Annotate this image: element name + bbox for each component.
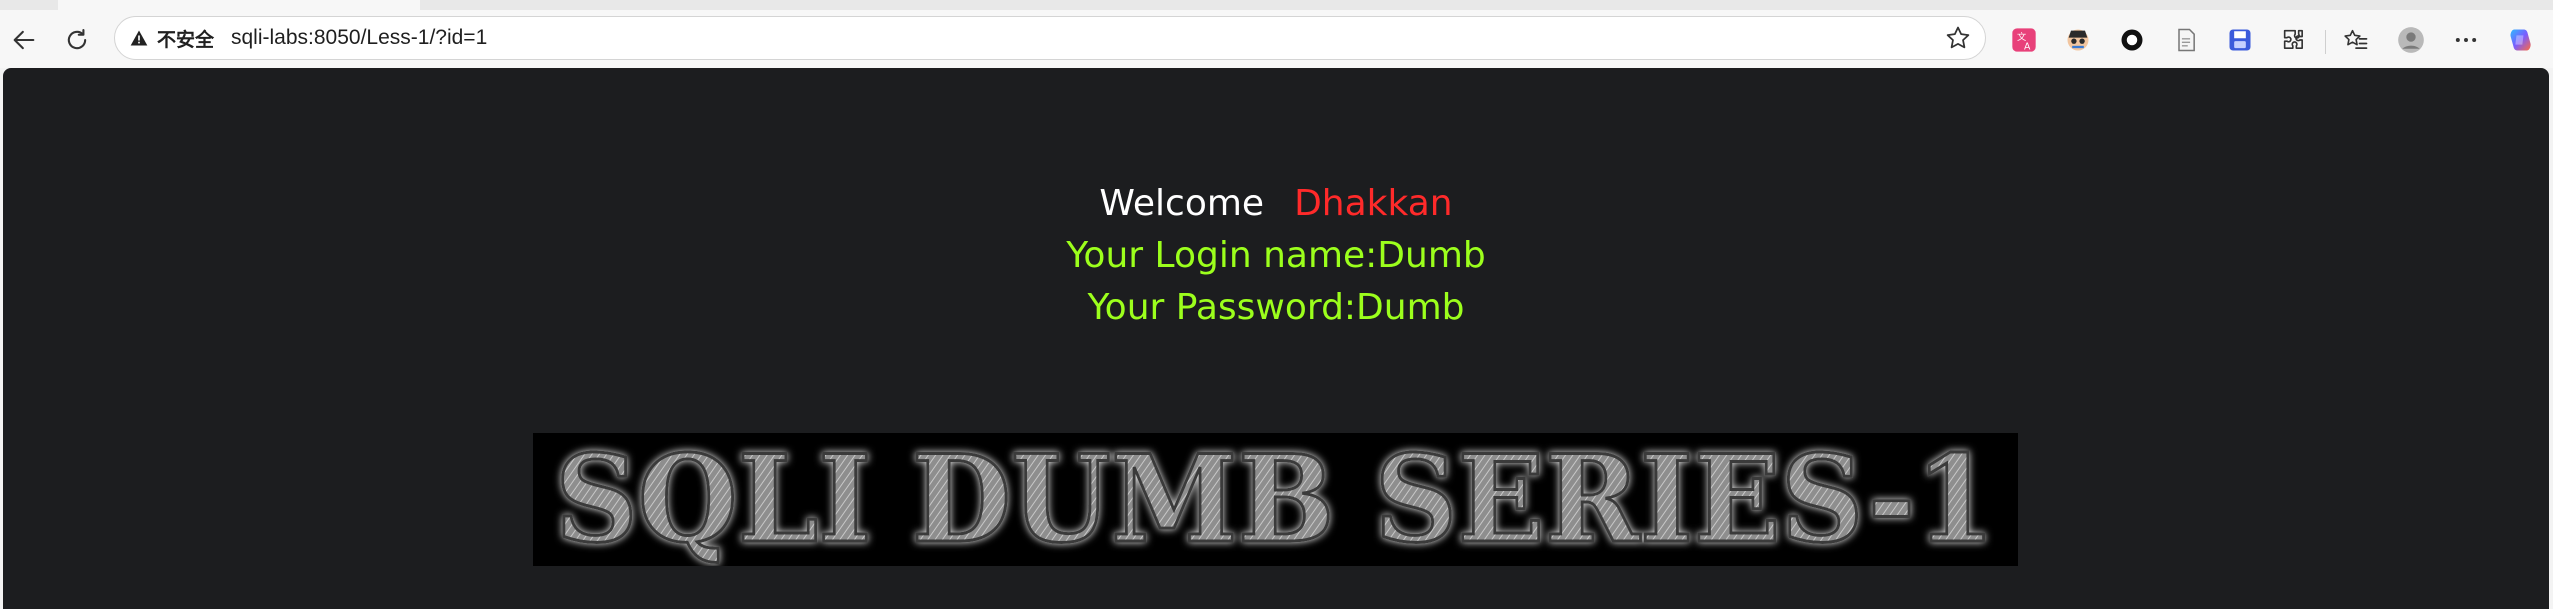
incognito-icon	[2067, 29, 2089, 51]
welcome-name: Dhakkan	[1294, 183, 1453, 224]
banner-graphic: SQLI DUMB SERIES-1	[554, 433, 1997, 566]
extensions-icon	[2283, 29, 2303, 49]
tab-strip	[0, 0, 2553, 10]
browser-toolbar: 不安全 sqli-labs:8050/Less-1/?id=1 文 A	[0, 10, 2553, 68]
password-line: Your Password:Dumb	[1087, 287, 1465, 328]
welcome-word: Welcome	[1099, 183, 1265, 224]
more-button[interactable]	[2448, 22, 2484, 58]
banner-text: SQLI DUMB SERIES-1	[555, 433, 1995, 566]
translate-icon: 文 A	[2012, 28, 2036, 52]
translate-extension-button[interactable]: 文 A	[2006, 22, 2042, 58]
record-extension-button[interactable]	[2114, 22, 2150, 58]
reload-icon	[67, 29, 87, 50]
notes-extension-button[interactable]	[2168, 22, 2204, 58]
copilot-icon	[2510, 29, 2531, 51]
back-icon	[13, 30, 35, 50]
favorite-star-button[interactable]	[1943, 23, 1973, 53]
record-icon	[2121, 29, 2143, 51]
security-label: 不安全	[157, 29, 215, 51]
toolbar-separator	[2325, 30, 2326, 54]
reload-button[interactable]	[57, 20, 97, 60]
back-button[interactable]	[4, 20, 44, 60]
profile-button[interactable]	[2393, 22, 2429, 58]
security-indicator[interactable]: 不安全	[129, 17, 214, 59]
svg-text:A: A	[2024, 41, 2031, 52]
incognito-extension-button[interactable]	[2060, 22, 2096, 58]
copilot-button[interactable]	[2502, 22, 2538, 58]
favorites-icon	[2344, 29, 2368, 50]
address-bar[interactable]: 不安全 sqli-labs:8050/Less-1/?id=1	[114, 16, 1986, 60]
extensions-button[interactable]	[2276, 22, 2312, 58]
notes-icon	[2178, 28, 2195, 52]
warning-icon	[129, 28, 149, 48]
sqli-banner-image: SQLI DUMB SERIES-1	[533, 433, 2018, 566]
url-text[interactable]: sqli-labs:8050/Less-1/?id=1	[231, 17, 487, 59]
active-tab[interactable]	[58, 0, 420, 10]
save-extension-button[interactable]	[2222, 22, 2258, 58]
welcome-block: Welcome Dhakkan Your Login name:Dumb Your…	[3, 178, 2549, 334]
profile-icon	[2398, 27, 2424, 53]
save-icon	[2229, 29, 2251, 51]
star-icon	[1946, 26, 1970, 49]
favorites-button[interactable]	[2338, 22, 2374, 58]
login-name-line: Your Login name:Dumb	[1066, 235, 1486, 276]
welcome-line: Welcome Dhakkan	[3, 178, 2549, 230]
more-icon	[2455, 38, 2477, 42]
web-page: Welcome Dhakkan Your Login name:Dumb Your…	[3, 68, 2549, 609]
